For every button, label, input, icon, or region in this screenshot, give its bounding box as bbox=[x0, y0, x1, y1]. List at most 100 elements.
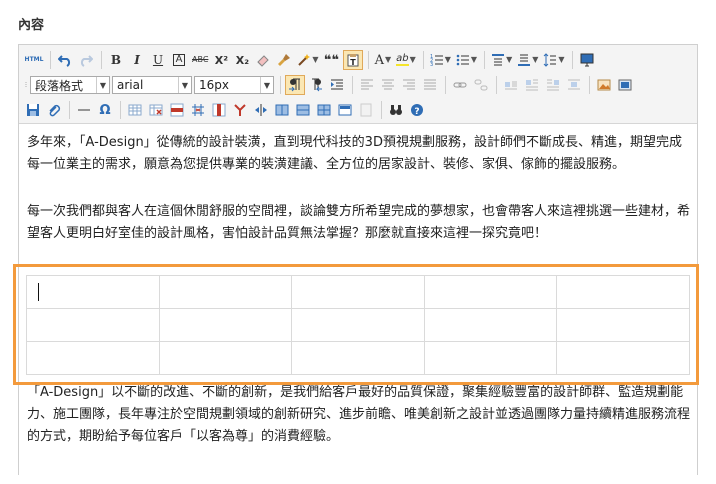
horizontal-rule-button[interactable] bbox=[74, 100, 94, 120]
ltr-direction-button[interactable] bbox=[285, 75, 305, 95]
html-source-button[interactable]: HTML bbox=[23, 50, 45, 70]
delete-table-button[interactable] bbox=[146, 100, 166, 120]
italic-button[interactable]: I bbox=[127, 50, 147, 70]
paragraph-format-select[interactable]: 段落格式 ▼ bbox=[30, 76, 110, 94]
row-spacing-top-button[interactable]: ▼ bbox=[489, 50, 514, 70]
save-button[interactable] bbox=[23, 100, 43, 120]
delete-column-button[interactable] bbox=[230, 100, 250, 120]
special-characters-button[interactable]: Ω bbox=[95, 100, 115, 120]
format-painter-button[interactable] bbox=[274, 50, 294, 70]
image-float-left-button[interactable] bbox=[522, 75, 542, 95]
insert-row-button[interactable] bbox=[167, 100, 187, 120]
image-center-button[interactable] bbox=[564, 75, 584, 95]
merge-right-button[interactable] bbox=[272, 100, 292, 120]
subscript-button[interactable]: X₂ bbox=[232, 50, 252, 70]
search-replace-button[interactable] bbox=[386, 100, 406, 120]
subscript-label: X₂ bbox=[235, 53, 250, 67]
table-cell[interactable] bbox=[26, 308, 160, 342]
table-cell[interactable] bbox=[556, 341, 690, 375]
insert-table-button[interactable] bbox=[125, 100, 145, 120]
unordered-list-button[interactable]: ▼ bbox=[454, 50, 479, 70]
table-cell[interactable] bbox=[26, 341, 160, 375]
table-cell[interactable] bbox=[291, 341, 425, 375]
italic-label: I bbox=[134, 53, 140, 67]
strikethrough-button[interactable]: ABC bbox=[190, 50, 210, 70]
blockquote-button[interactable]: ❝❝ bbox=[322, 50, 342, 70]
chevron-down-icon: ▼ bbox=[470, 55, 478, 64]
eraser-button[interactable] bbox=[253, 50, 273, 70]
paragraph-format-value: 段落格式 bbox=[35, 78, 84, 93]
split-cells-button[interactable] bbox=[314, 100, 334, 120]
font-border-label: A bbox=[172, 54, 186, 66]
editor-content-area[interactable]: 多年來，「A-Design」從傳統的設計裝潢，直到現代科技的3D預視規劃服務，設… bbox=[19, 124, 697, 484]
font-color-button[interactable]: A ▼ bbox=[373, 50, 394, 70]
table-cell[interactable] bbox=[26, 275, 160, 309]
line-height-button[interactable]: ▼ bbox=[541, 50, 566, 70]
undo-button[interactable] bbox=[55, 50, 75, 70]
chevron-down-icon: ▼ bbox=[444, 55, 451, 64]
align-right-icon bbox=[403, 79, 415, 90]
table-cell[interactable] bbox=[158, 341, 293, 375]
split-rows-button[interactable] bbox=[335, 100, 355, 120]
font-family-select[interactable]: arial ▼ bbox=[112, 76, 192, 94]
table-cell[interactable] bbox=[291, 275, 425, 309]
preview-button[interactable] bbox=[577, 50, 597, 70]
table-cell[interactable] bbox=[158, 275, 293, 309]
underline-button[interactable]: U bbox=[148, 50, 168, 70]
svg-text:T: T bbox=[350, 58, 356, 67]
toolbar-separator bbox=[496, 76, 497, 94]
superscript-button[interactable]: X² bbox=[211, 50, 231, 70]
table-cell[interactable] bbox=[556, 308, 690, 342]
align-center-button[interactable] bbox=[378, 75, 398, 95]
chevron-down-icon: ▼ bbox=[558, 55, 565, 64]
insert-image-button[interactable] bbox=[594, 75, 614, 95]
align-right-button[interactable] bbox=[399, 75, 419, 95]
toolbar-separator bbox=[381, 101, 382, 119]
image-float-none-button[interactable] bbox=[501, 75, 521, 95]
content-paragraph: 每一次我們都與客人在這個休閒舒服的空間裡，談論雙方所希望完成的夢想家，也會帶客人… bbox=[27, 204, 691, 241]
drag-handle-icon bbox=[23, 75, 29, 95]
table-cell[interactable] bbox=[423, 341, 558, 375]
redo-button[interactable] bbox=[76, 50, 96, 70]
split-cells-icon bbox=[317, 104, 331, 116]
align-left-button[interactable] bbox=[357, 75, 377, 95]
row-spacing-bottom-button[interactable]: ▼ bbox=[515, 50, 540, 70]
help-icon: ? bbox=[411, 104, 423, 117]
table-cell[interactable] bbox=[556, 275, 690, 309]
highlight-color-button[interactable]: ab ▼ bbox=[394, 50, 418, 70]
table-row bbox=[26, 341, 690, 375]
help-button[interactable]: ? bbox=[407, 100, 427, 120]
table-cell[interactable] bbox=[423, 308, 558, 342]
image-float-right-button[interactable] bbox=[543, 75, 563, 95]
bold-button[interactable]: B bbox=[106, 50, 126, 70]
insert-video-button[interactable] bbox=[615, 75, 635, 95]
table-row bbox=[26, 275, 690, 309]
font-size-select[interactable]: 16px ▼ bbox=[194, 76, 274, 94]
unlink-button[interactable] bbox=[471, 75, 491, 95]
font-border-button[interactable]: A bbox=[169, 50, 189, 70]
insert-column-button[interactable] bbox=[209, 100, 229, 120]
strikethrough-label: ABC bbox=[192, 55, 209, 64]
magic-wand-button[interactable]: ▼ bbox=[295, 50, 320, 70]
attachment-button[interactable] bbox=[44, 100, 64, 120]
link-button[interactable] bbox=[450, 75, 470, 95]
rtl-direction-icon bbox=[312, 78, 322, 92]
eraser-icon bbox=[257, 55, 270, 67]
toolbar-separator bbox=[120, 101, 121, 119]
table-cell[interactable] bbox=[291, 308, 425, 342]
table-cell[interactable] bbox=[158, 308, 293, 342]
merge-down-button[interactable] bbox=[293, 100, 313, 120]
rtl-direction-button[interactable] bbox=[306, 75, 326, 95]
ordered-list-button[interactable]: 123 ▼ bbox=[428, 50, 453, 70]
merge-right-icon bbox=[275, 104, 289, 116]
delete-row-button[interactable] bbox=[188, 100, 208, 120]
row-spacing-bottom-icon bbox=[518, 54, 531, 66]
merge-cells-button[interactable] bbox=[251, 100, 271, 120]
paste-plain-text-button[interactable]: T bbox=[342, 50, 363, 70]
split-columns-button[interactable] bbox=[356, 100, 376, 120]
monitor-icon bbox=[580, 53, 594, 67]
table-cell[interactable] bbox=[423, 275, 558, 309]
indent-button[interactable] bbox=[327, 75, 347, 95]
align-justify-button[interactable] bbox=[420, 75, 440, 95]
toolbar-separator bbox=[589, 76, 590, 94]
